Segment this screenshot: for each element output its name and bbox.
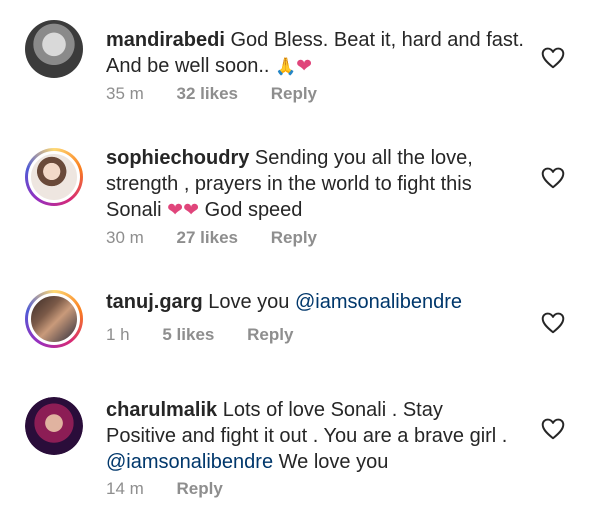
comment-likes[interactable]: 5 likes bbox=[162, 325, 214, 344]
comment-body: Lots of love Sonali . Stay bbox=[222, 399, 443, 421]
reply-button[interactable]: Reply bbox=[271, 84, 317, 103]
reply-button[interactable]: Reply bbox=[177, 479, 223, 498]
heart-emoji: ❤ bbox=[183, 200, 200, 221]
comment-body: God Bless. Beat it, hard and fast. bbox=[230, 29, 524, 51]
heart-outline-icon[interactable] bbox=[540, 165, 566, 191]
avatar[interactable] bbox=[25, 148, 83, 206]
comment-time: 30 m bbox=[106, 228, 144, 247]
comment-text: charulmalik Lots of love Sonali . Stay P… bbox=[106, 397, 536, 475]
comment-meta: 30 m 27 likes Reply bbox=[106, 228, 345, 248]
comment-meta: 1 h 5 likes Reply bbox=[106, 325, 321, 345]
avatar[interactable] bbox=[25, 20, 83, 78]
avatar[interactable] bbox=[25, 397, 83, 455]
mention-link[interactable]: @iamsonalibendre bbox=[106, 451, 273, 473]
comment-body: Positive and fight it out . You are a br… bbox=[106, 425, 508, 447]
heart-outline-icon[interactable] bbox=[540, 45, 566, 71]
reply-button[interactable]: Reply bbox=[247, 325, 293, 344]
comment-body: God speed bbox=[204, 199, 303, 221]
comment-time: 14 m bbox=[106, 479, 144, 498]
avatar[interactable] bbox=[25, 290, 83, 348]
comment-text: tanuj.garg Love you @iamsonalibendre bbox=[106, 289, 536, 315]
comment-username[interactable]: tanuj.garg bbox=[106, 291, 203, 313]
comment-text: mandirabedi God Bless. Beat it, hard and… bbox=[106, 27, 536, 80]
avatar-image bbox=[25, 397, 83, 455]
comment-body: strength , prayers in the world to fight… bbox=[106, 173, 472, 195]
heart-outline-icon[interactable] bbox=[540, 310, 566, 336]
comment-body: Sonali bbox=[106, 199, 162, 221]
comment-username[interactable]: sophiechoudry bbox=[106, 147, 249, 169]
avatar-image bbox=[28, 293, 80, 345]
comment-body: Sending you all the love, bbox=[254, 147, 473, 169]
comment-body: We love you bbox=[278, 451, 389, 473]
mention-link[interactable]: @iamsonalibendre bbox=[295, 291, 462, 313]
reply-button[interactable]: Reply bbox=[271, 228, 317, 247]
heart-outline-icon[interactable] bbox=[540, 416, 566, 442]
pray-emoji: 🙏 bbox=[275, 57, 297, 76]
comment-username[interactable]: charulmalik bbox=[106, 399, 217, 421]
heart-emoji: ❤ bbox=[296, 56, 313, 77]
comment-likes[interactable]: 32 likes bbox=[177, 84, 238, 103]
comment-time: 1 h bbox=[106, 325, 130, 344]
comment-username[interactable]: mandirabedi bbox=[106, 29, 225, 51]
comment-body: Love you bbox=[208, 291, 290, 313]
comment-meta: 35 m 32 likes Reply bbox=[106, 84, 345, 104]
comment-time: 35 m bbox=[106, 84, 144, 103]
comment-body: And be well soon.. bbox=[106, 55, 270, 77]
comment-text: sophiechoudry Sending you all the love, … bbox=[106, 145, 536, 224]
comment-meta: 14 m Reply bbox=[106, 479, 251, 499]
heart-emoji: ❤ bbox=[167, 200, 184, 221]
comment-likes[interactable]: 27 likes bbox=[177, 228, 238, 247]
avatar-image bbox=[28, 151, 80, 203]
